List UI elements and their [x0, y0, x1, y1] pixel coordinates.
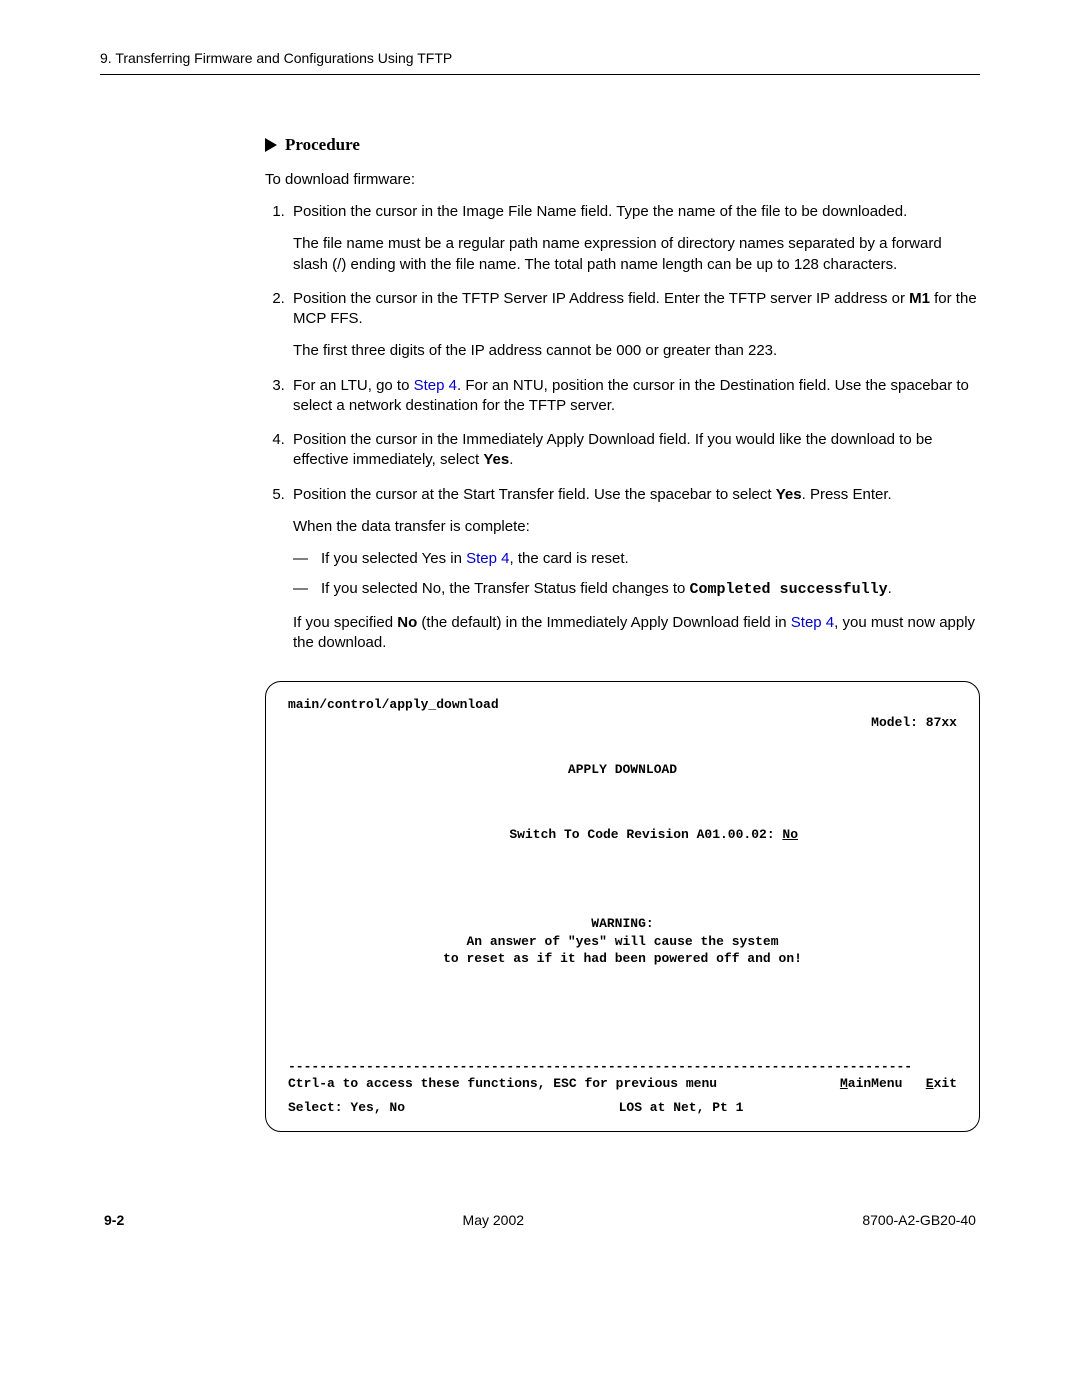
- nav-mainmenu[interactable]: MainMenu: [840, 1076, 902, 1091]
- step-1: Position the cursor in the Image File Na…: [289, 202, 980, 275]
- warn-header: WARNING:: [288, 915, 957, 933]
- terminal-separator: ----------------------------------------…: [288, 1058, 957, 1076]
- terminal-status: LOS at Net, Pt 1: [405, 1099, 957, 1117]
- header-rule: [100, 74, 980, 75]
- procedure-heading: Procedure: [265, 135, 980, 155]
- page-footer: 9-2 May 2002 8700-A2-GB20-40: [100, 1212, 980, 1228]
- step-1-text: Position the cursor in the Image File Na…: [293, 203, 907, 220]
- b2-post: .: [888, 580, 892, 597]
- step-5-sublist: If you selected Yes in Step 4, the card …: [293, 549, 980, 601]
- step-4-text-b: .: [509, 451, 513, 468]
- procedure-steps: Position the cursor in the Image File Na…: [265, 202, 980, 653]
- step-2-para: The first three digits of the IP address…: [293, 341, 980, 361]
- step-1-para: The file name must be a regular path nam…: [293, 234, 980, 275]
- step-3: For an LTU, go to Step 4. For an NTU, po…: [289, 376, 980, 417]
- b2-pre: If you selected No, the Transfer Status …: [321, 580, 690, 597]
- terminal-bottom: Select: Yes, No LOS at Net, Pt 1: [288, 1099, 957, 1117]
- terminal-select: Select: Yes, No: [288, 1099, 405, 1117]
- nav-exit[interactable]: Exit: [926, 1076, 957, 1091]
- tail-pre: If you specified: [293, 614, 397, 631]
- step-5-text-b: . Press Enter.: [802, 486, 892, 503]
- warn-line-1: An answer of "yes" will cause the system: [288, 933, 957, 951]
- b1-post: , the card is reset.: [509, 550, 628, 567]
- step-4-text-a: Position the cursor in the Immediately A…: [293, 431, 933, 468]
- b1-pre: If you selected Yes in: [321, 550, 466, 567]
- tail-bold: No: [397, 614, 417, 631]
- step-2-bold: M1: [909, 290, 930, 307]
- nav-exit-r: xit: [934, 1076, 957, 1091]
- terminal-path: main/control/apply_download: [288, 696, 957, 714]
- step-3-link[interactable]: Step 4: [414, 377, 457, 394]
- warn-line-2: to reset as if it had been powered off a…: [288, 950, 957, 968]
- content-block: Procedure To download firmware: Position…: [265, 135, 980, 1132]
- b2-mono: Completed successfully: [690, 581, 888, 598]
- terminal-switch-line: Switch To Code Revision A01.00.02: No: [288, 809, 957, 862]
- nav-exit-u: E: [926, 1076, 934, 1091]
- step-5-bullet-2: If you selected No, the Transfer Status …: [293, 579, 980, 600]
- nav-instr: Ctrl-a to access these functions, ESC fo…: [288, 1075, 817, 1093]
- page-number: 9-2: [104, 1212, 124, 1228]
- terminal-model: Model: 87xx: [288, 714, 957, 732]
- step-5: Position the cursor at the Start Transfe…: [289, 485, 980, 654]
- step-5-tail: If you specified No (the default) in the…: [293, 613, 980, 654]
- step-4-bold: Yes: [483, 451, 509, 468]
- step-2-text-a: Position the cursor in the TFTP Server I…: [293, 290, 909, 307]
- switch-value[interactable]: No: [782, 827, 798, 842]
- terminal-title: APPLY DOWNLOAD: [288, 761, 957, 779]
- chapter-heading: 9. Transferring Firmware and Configurati…: [100, 50, 980, 66]
- nav-main-u: M: [840, 1076, 848, 1091]
- step-5-para: When the data transfer is complete:: [293, 517, 980, 537]
- footer-date: May 2002: [463, 1212, 524, 1228]
- procedure-intro: To download firmware:: [265, 171, 980, 188]
- tail-link[interactable]: Step 4: [791, 614, 834, 631]
- tail-mid: (the default) in the Immediately Apply D…: [417, 614, 791, 631]
- triangle-icon: [265, 138, 277, 152]
- step-5-bold: Yes: [776, 486, 802, 503]
- switch-label: Switch To Code Revision A01.00.02:: [509, 827, 782, 842]
- nav-main-r: ainMenu: [848, 1076, 903, 1091]
- terminal-nav: Ctrl-a to access these functions, ESC fo…: [288, 1075, 957, 1093]
- step-5-text-a: Position the cursor at the Start Transfe…: [293, 486, 776, 503]
- procedure-label: Procedure: [285, 135, 360, 155]
- footer-doc: 8700-A2-GB20-40: [862, 1212, 976, 1228]
- step-5-bullet-1: If you selected Yes in Step 4, the card …: [293, 549, 980, 569]
- step-2: Position the cursor in the TFTP Server I…: [289, 289, 980, 362]
- step-3-pre: For an LTU, go to: [293, 377, 414, 394]
- step-4: Position the cursor in the Immediately A…: [289, 430, 980, 471]
- terminal-screen: main/control/apply_download Model: 87xx …: [265, 681, 980, 1132]
- b1-link[interactable]: Step 4: [466, 550, 509, 567]
